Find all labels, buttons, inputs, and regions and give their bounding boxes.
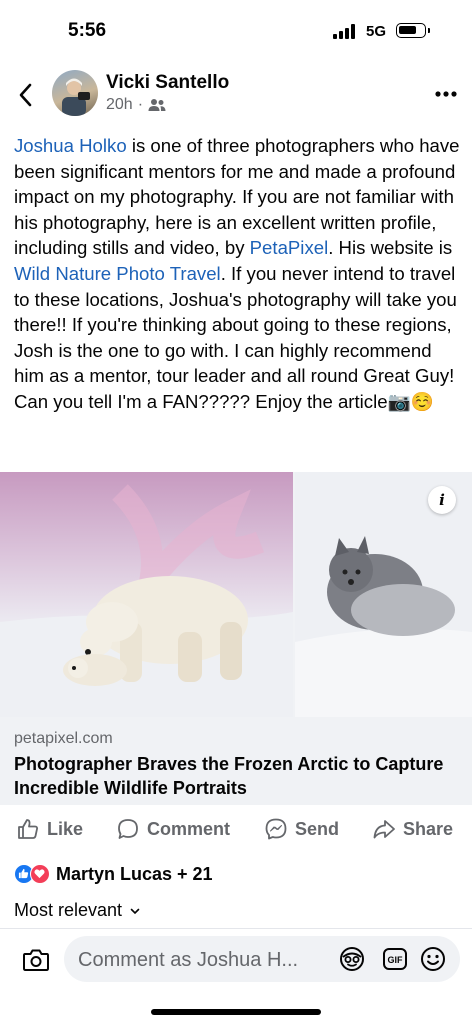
post-link[interactable]: PetaPixel	[250, 237, 329, 258]
friends-audience-icon	[148, 99, 166, 111]
more-options-icon[interactable]	[434, 90, 458, 98]
comment-button[interactable]: Comment	[116, 816, 230, 842]
card-title[interactable]: Photographer Braves the Frozen Arctic to…	[14, 752, 454, 800]
post-text-segment: . If you never intend to travel to these…	[14, 262, 457, 412]
home-indicator	[151, 1009, 321, 1015]
polar-bears-photo[interactable]	[0, 472, 293, 717]
avatar-sticker-icon[interactable]	[339, 946, 365, 972]
info-icon[interactable]: i	[428, 486, 456, 514]
link-preview-card[interactable]: i petapixel.com Photographer Braves the …	[0, 472, 472, 805]
comment-sort-dropdown[interactable]: Most relevant	[14, 900, 140, 921]
emoji-icon[interactable]	[420, 946, 446, 972]
card-domain: petapixel.com	[14, 730, 113, 747]
network-label: 5G	[366, 23, 387, 40]
svg-text:GIF: GIF	[388, 955, 404, 965]
comment-bubble-icon	[118, 819, 138, 839]
status-time: 5:56	[68, 20, 107, 41]
post-link[interactable]: Joshua Holko	[14, 135, 127, 156]
comment-placeholder: Comment as Joshua H...	[78, 949, 299, 971]
share-label: Share	[403, 818, 454, 839]
chevron-down-icon	[130, 908, 140, 915]
battery-cap	[428, 28, 430, 33]
gif-icon[interactable]: GIF	[382, 947, 408, 971]
post-header: Vicki Santello 20h ·	[0, 62, 472, 128]
reactions-summary[interactable]: Martyn Lucas + 21	[14, 862, 213, 886]
comment-composer: Comment as Joshua H... GIF	[0, 928, 472, 1023]
post-link[interactable]: Wild Nature Photo Travel	[14, 263, 221, 284]
meta-separator: ·	[137, 96, 144, 113]
like-label: Like	[47, 818, 84, 839]
post-actions: Like Comment Send Share	[0, 808, 472, 850]
thumbs-up-icon	[18, 819, 38, 839]
comment-input[interactable]: Comment as Joshua H... GIF	[64, 936, 460, 982]
send-label: Send	[295, 818, 340, 839]
status-bar: 5:56 5G	[0, 0, 472, 62]
share-button[interactable]: Share	[372, 816, 453, 842]
comment-label: Comment	[147, 818, 231, 839]
love-reaction-icon	[30, 864, 50, 884]
author-avatar[interactable]	[52, 70, 98, 116]
messenger-icon	[265, 818, 287, 840]
signal-icon	[333, 24, 361, 39]
post-text: Joshua Holko is one of three photographe…	[14, 133, 460, 415]
share-arrow-icon	[373, 820, 395, 839]
reaction-names[interactable]: Martyn Lucas + 21	[56, 864, 213, 885]
like-button[interactable]: Like	[16, 816, 83, 842]
post-time[interactable]: 20h	[106, 96, 133, 114]
post-meta: 20h ·	[106, 96, 166, 114]
author-name[interactable]: Vicki Santello	[106, 72, 229, 94]
camera-icon[interactable]	[22, 947, 50, 973]
send-button[interactable]: Send	[264, 816, 339, 842]
back-chevron-icon[interactable]	[14, 80, 38, 110]
post-text-segment: . His website is	[328, 237, 453, 259]
sort-label: Most relevant	[14, 900, 123, 920]
battery-icon	[396, 23, 426, 38]
